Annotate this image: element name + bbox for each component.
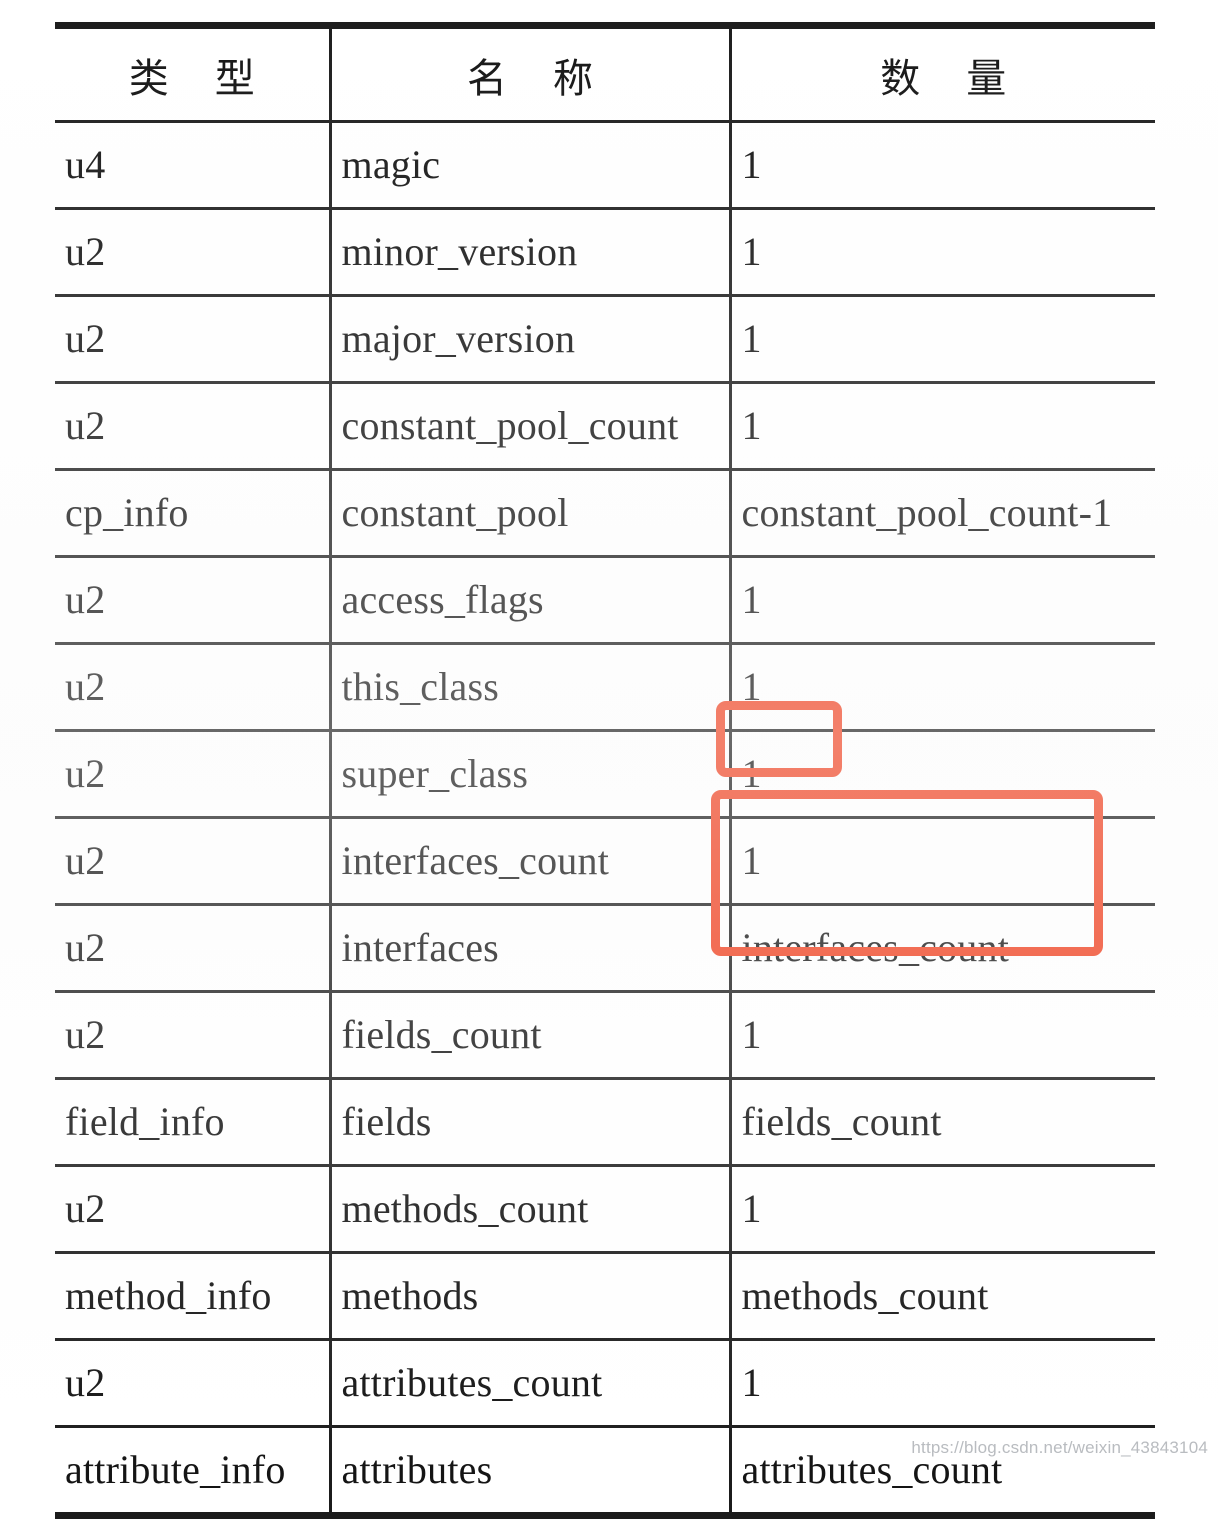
cell-quantity: 1: [730, 121, 1155, 210]
cell-type: method_info: [55, 1252, 332, 1341]
cell-name: this_class: [330, 643, 732, 732]
cell-name: interfaces_count: [330, 817, 732, 906]
cell-type: field_info: [55, 1078, 332, 1167]
table-row: method_info methods methods_count: [55, 1252, 1155, 1341]
table-row: cp_info constant_pool constant_pool_coun…: [55, 469, 1155, 558]
cell-name: constant_pool_count: [330, 382, 732, 471]
cell-name: minor_version: [330, 208, 732, 297]
table-header: 类 型 名 称 数 量: [55, 29, 1155, 123]
table-row: u2 minor_version 1: [55, 208, 1155, 297]
table-row: u2 major_version 1: [55, 295, 1155, 384]
cell-quantity: 1: [730, 1165, 1155, 1254]
table-row: u2 attributes_count 1: [55, 1339, 1155, 1428]
cell-type: attribute_info: [55, 1426, 332, 1512]
table-row: u2 methods_count 1: [55, 1165, 1155, 1254]
table-row: field_info fields fields_count: [55, 1078, 1155, 1167]
cell-name: constant_pool: [330, 469, 732, 558]
cell-name: attributes: [330, 1426, 732, 1512]
cell-type: cp_info: [55, 469, 332, 558]
cell-type: u2: [55, 208, 332, 297]
cell-name: attributes_count: [330, 1339, 732, 1428]
table-row: u2 access_flags 1: [55, 556, 1155, 645]
table-row: u2 this_class 1: [55, 643, 1155, 732]
cell-quantity: constant_pool_count-1: [730, 469, 1155, 558]
cell-quantity-interfaces-count: 1: [730, 817, 1155, 906]
cell-quantity-super-class: 1: [730, 730, 1155, 819]
table-row: u2 fields_count 1: [55, 991, 1155, 1080]
cell-name: methods_count: [330, 1165, 732, 1254]
cell-name: magic: [330, 121, 732, 210]
table-row: u2 constant_pool_count 1: [55, 382, 1155, 471]
cell-type: u2: [55, 295, 332, 384]
cell-name: methods: [330, 1252, 732, 1341]
cell-type: u2: [55, 556, 332, 645]
cell-type: u2: [55, 991, 332, 1080]
cell-type: u2: [55, 817, 332, 906]
column-header-quantity: 数 量: [730, 29, 1155, 123]
cell-quantity: 1: [730, 208, 1155, 297]
table-header-row: 类 型 名 称 数 量: [55, 29, 1155, 123]
cell-name: access_flags: [330, 556, 732, 645]
table-row: u2 interfaces interfaces_count: [55, 904, 1155, 993]
watermark-text: https://blog.csdn.net/weixin_43843104: [911, 1438, 1208, 1457]
table-row: u2 super_class 1: [55, 730, 1155, 819]
cell-quantity: fields_count: [730, 1078, 1155, 1167]
cell-type: u2: [55, 1339, 332, 1428]
cell-name: interfaces: [330, 904, 732, 993]
cell-quantity: 1: [730, 1339, 1155, 1428]
cell-quantity: 1: [730, 643, 1155, 732]
cell-type: u4: [55, 121, 332, 210]
cell-type: u2: [55, 1165, 332, 1254]
cell-name: fields_count: [330, 991, 732, 1080]
cell-quantity: 1: [730, 295, 1155, 384]
cell-quantity: methods_count: [730, 1252, 1155, 1341]
table-row: u2 interfaces_count 1: [55, 817, 1155, 906]
table-row: u4 magic 1: [55, 121, 1155, 210]
column-header-name: 名 称: [330, 29, 732, 123]
cell-name: major_version: [330, 295, 732, 384]
cell-type: u2: [55, 382, 332, 471]
cell-quantity: 1: [730, 991, 1155, 1080]
class-file-structure-table: 类 型 名 称 数 量 u4 magic 1 u2 minor_version …: [55, 22, 1155, 1519]
cell-type: u2: [55, 904, 332, 993]
page-canvas: 类 型 名 称 数 量 u4 magic 1 u2 minor_version …: [0, 0, 1218, 1519]
cell-type: u2: [55, 643, 332, 732]
cell-quantity: 1: [730, 556, 1155, 645]
cell-quantity: 1: [730, 382, 1155, 471]
cell-name: fields: [330, 1078, 732, 1167]
cell-quantity-interfaces: interfaces_count: [730, 904, 1155, 993]
column-header-type: 类 型: [55, 29, 332, 123]
table-body: u4 magic 1 u2 minor_version 1 u2 major_v…: [55, 121, 1155, 1512]
cell-name: super_class: [330, 730, 732, 819]
cell-type: u2: [55, 730, 332, 819]
